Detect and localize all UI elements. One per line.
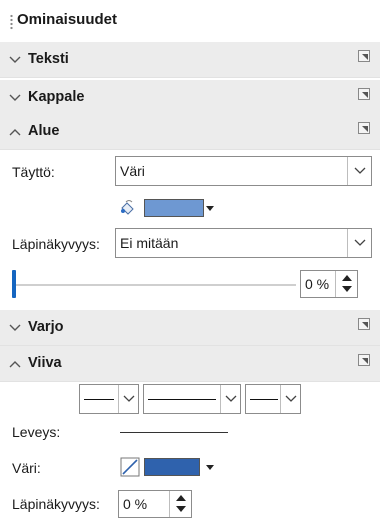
line-transparency-label: Läpinäkyvyys:: [12, 496, 100, 512]
fill-color-button[interactable]: [118, 197, 218, 219]
transparency-slider-thumb[interactable]: [12, 270, 16, 298]
dropdown-arrow[interactable]: [220, 385, 240, 413]
section-header-line[interactable]: Viiva: [0, 346, 380, 382]
fill-label: Täyttö:: [12, 164, 55, 180]
section-label-line: Viiva: [28, 355, 62, 371]
line-start-arrow-dropdown[interactable]: [79, 384, 139, 414]
line-start-preview: [84, 399, 114, 400]
line-style-preview: [148, 399, 216, 400]
chevron-down-icon: [354, 239, 366, 246]
fill-type-value: Väri: [120, 163, 145, 179]
more-options-icon[interactable]: [358, 88, 370, 100]
chevron-down-icon: [225, 395, 237, 402]
section-label-text: Teksti: [28, 51, 69, 67]
spin-down-icon[interactable]: [342, 286, 352, 292]
fill-color-swatch: [144, 199, 204, 217]
drag-grip-icon[interactable]: [10, 14, 13, 30]
line-width-label: Leveys:: [12, 424, 61, 440]
section-label-paragraph: Kappale: [28, 89, 85, 105]
paint-bucket-icon: [121, 200, 134, 215]
line-color-button[interactable]: [118, 456, 218, 478]
section-label-shadow: Varjo: [28, 319, 64, 335]
line-end-preview: [250, 399, 278, 400]
transparency-mode-dropdown[interactable]: Ei mitään: [115, 228, 372, 258]
more-options-icon[interactable]: [358, 50, 370, 62]
dropdown-arrow[interactable]: [347, 229, 371, 257]
more-options-icon[interactable]: [358, 122, 370, 134]
pen-line-icon: [120, 457, 140, 477]
area-transparency-value: 0 %: [305, 276, 330, 292]
spin-up-icon[interactable]: [342, 275, 352, 281]
spin-down-icon[interactable]: [176, 506, 186, 512]
dropdown-triangle-icon: [206, 206, 214, 211]
chevron-up-icon: [9, 129, 21, 136]
area-transparency-label: Läpinäkyvyys:: [12, 236, 100, 252]
area-transparency-spinbox[interactable]: 0 %: [300, 270, 358, 298]
dropdown-arrow[interactable]: [118, 385, 138, 413]
chevron-down-icon: [9, 324, 21, 331]
fill-type-dropdown[interactable]: Väri: [115, 156, 372, 186]
more-options-icon[interactable]: [358, 318, 370, 330]
section-label-area: Alue: [28, 123, 60, 139]
line-color-label: Väri:: [12, 460, 41, 476]
line-style-dropdown[interactable]: [143, 384, 241, 414]
dropdown-arrow[interactable]: [347, 157, 371, 185]
spin-up-icon[interactable]: [176, 495, 186, 501]
line-transparency-spinbox[interactable]: 0 %: [118, 490, 192, 518]
chevron-down-icon: [354, 167, 366, 174]
spin-buttons[interactable]: [169, 491, 191, 517]
line-transparency-value: 0 %: [123, 496, 148, 512]
transparency-slider-track[interactable]: [12, 284, 296, 286]
chevron-down-icon: [9, 94, 21, 101]
section-header-area[interactable]: Alue: [0, 114, 380, 150]
line-width-selector[interactable]: [120, 432, 228, 433]
line-end-arrow-dropdown[interactable]: [245, 384, 301, 414]
chevron-down-icon: [9, 56, 21, 63]
spin-buttons[interactable]: [335, 271, 357, 297]
sidebar-header: Ominaisuudet: [0, 0, 380, 40]
line-color-swatch: [144, 458, 200, 476]
section-header-text[interactable]: Teksti: [0, 42, 380, 78]
chevron-up-icon: [9, 361, 21, 368]
panel-title: Ominaisuudet: [17, 11, 118, 28]
transparency-mode-value: Ei mitään: [120, 235, 179, 251]
dropdown-arrow[interactable]: [280, 385, 300, 413]
area-transparency-label-text: Läpinäkyvyys:: [12, 236, 100, 252]
chevron-down-icon: [123, 395, 135, 402]
chevron-down-icon: [285, 395, 297, 402]
more-options-icon[interactable]: [358, 354, 370, 366]
section-header-shadow[interactable]: Varjo: [0, 310, 380, 346]
section-header-paragraph[interactable]: Kappale: [0, 80, 380, 116]
dropdown-triangle-icon: [206, 465, 214, 470]
